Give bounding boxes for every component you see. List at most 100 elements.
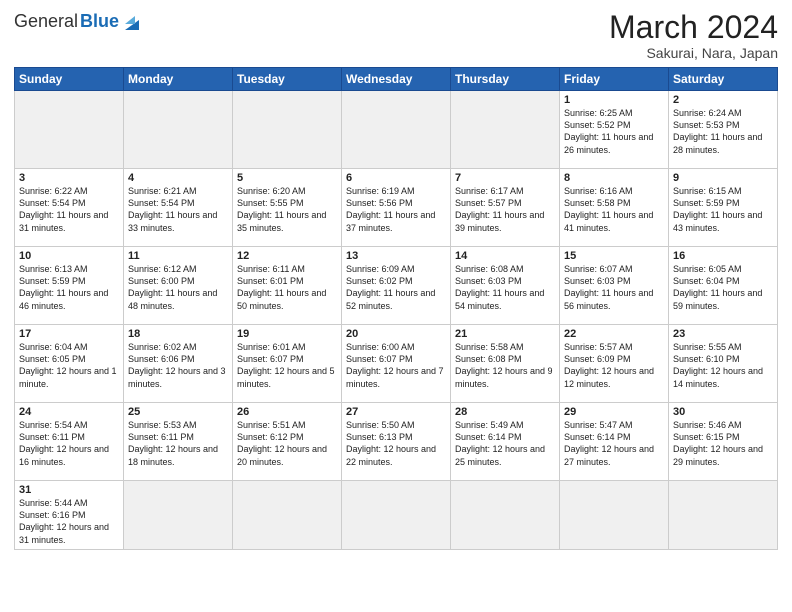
day-cell: [669, 481, 778, 550]
day-info: Sunrise: 6:25 AM Sunset: 5:52 PM Dayligh…: [564, 107, 664, 156]
day-cell: 13Sunrise: 6:09 AM Sunset: 6:02 PM Dayli…: [342, 247, 451, 325]
day-number: 9: [673, 172, 773, 184]
day-number: 24: [19, 406, 119, 418]
day-info: Sunrise: 6:01 AM Sunset: 6:07 PM Dayligh…: [237, 341, 337, 390]
day-number: 2: [673, 94, 773, 106]
day-cell: [342, 481, 451, 550]
logo-text-blue: Blue: [80, 11, 119, 32]
day-cell: [451, 481, 560, 550]
day-number: 25: [128, 406, 228, 418]
day-number: 22: [564, 328, 664, 340]
title-area: March 2024 Sakurai, Nara, Japan: [609, 10, 778, 61]
day-cell: 10Sunrise: 6:13 AM Sunset: 5:59 PM Dayli…: [15, 247, 124, 325]
calendar: SundayMondayTuesdayWednesdayThursdayFrid…: [14, 67, 778, 550]
day-cell: 5Sunrise: 6:20 AM Sunset: 5:55 PM Daylig…: [233, 169, 342, 247]
day-info: Sunrise: 6:11 AM Sunset: 6:01 PM Dayligh…: [237, 263, 337, 312]
day-info: Sunrise: 5:51 AM Sunset: 6:12 PM Dayligh…: [237, 419, 337, 468]
month-title: March 2024: [609, 10, 778, 45]
day-number: 4: [128, 172, 228, 184]
day-cell: 22Sunrise: 5:57 AM Sunset: 6:09 PM Dayli…: [560, 325, 669, 403]
day-number: 21: [455, 328, 555, 340]
day-number: 11: [128, 250, 228, 262]
subtitle: Sakurai, Nara, Japan: [609, 45, 778, 61]
day-cell: 9Sunrise: 6:15 AM Sunset: 5:59 PM Daylig…: [669, 169, 778, 247]
day-cell: [233, 91, 342, 169]
day-info: Sunrise: 6:16 AM Sunset: 5:58 PM Dayligh…: [564, 185, 664, 234]
day-cell: 24Sunrise: 5:54 AM Sunset: 6:11 PM Dayli…: [15, 403, 124, 481]
day-number: 30: [673, 406, 773, 418]
logo-text-general: General: [14, 11, 78, 32]
day-info: Sunrise: 5:49 AM Sunset: 6:14 PM Dayligh…: [455, 419, 555, 468]
logo: General Blue: [14, 10, 143, 32]
day-number: 28: [455, 406, 555, 418]
day-info: Sunrise: 5:47 AM Sunset: 6:14 PM Dayligh…: [564, 419, 664, 468]
day-number: 26: [237, 406, 337, 418]
week-row-4: 24Sunrise: 5:54 AM Sunset: 6:11 PM Dayli…: [15, 403, 778, 481]
day-cell: 26Sunrise: 5:51 AM Sunset: 6:12 PM Dayli…: [233, 403, 342, 481]
day-cell: 1Sunrise: 6:25 AM Sunset: 5:52 PM Daylig…: [560, 91, 669, 169]
day-number: 1: [564, 94, 664, 106]
day-info: Sunrise: 6:20 AM Sunset: 5:55 PM Dayligh…: [237, 185, 337, 234]
day-cell: 27Sunrise: 5:50 AM Sunset: 6:13 PM Dayli…: [342, 403, 451, 481]
day-info: Sunrise: 6:02 AM Sunset: 6:06 PM Dayligh…: [128, 341, 228, 390]
page: General Blue March 2024 Sakurai, Nara, J…: [0, 0, 792, 560]
day-info: Sunrise: 5:57 AM Sunset: 6:09 PM Dayligh…: [564, 341, 664, 390]
day-number: 7: [455, 172, 555, 184]
day-cell: 8Sunrise: 6:16 AM Sunset: 5:58 PM Daylig…: [560, 169, 669, 247]
day-info: Sunrise: 6:08 AM Sunset: 6:03 PM Dayligh…: [455, 263, 555, 312]
day-cell: [15, 91, 124, 169]
day-number: 5: [237, 172, 337, 184]
day-info: Sunrise: 5:53 AM Sunset: 6:11 PM Dayligh…: [128, 419, 228, 468]
day-cell: 2Sunrise: 6:24 AM Sunset: 5:53 PM Daylig…: [669, 91, 778, 169]
weekday-header-thursday: Thursday: [451, 68, 560, 91]
weekday-header-sunday: Sunday: [15, 68, 124, 91]
day-number: 18: [128, 328, 228, 340]
day-cell: [560, 481, 669, 550]
day-cell: 30Sunrise: 5:46 AM Sunset: 6:15 PM Dayli…: [669, 403, 778, 481]
weekday-header-monday: Monday: [124, 68, 233, 91]
day-cell: 23Sunrise: 5:55 AM Sunset: 6:10 PM Dayli…: [669, 325, 778, 403]
day-cell: 12Sunrise: 6:11 AM Sunset: 6:01 PM Dayli…: [233, 247, 342, 325]
logo-area: General Blue: [14, 10, 143, 32]
day-cell: 19Sunrise: 6:01 AM Sunset: 6:07 PM Dayli…: [233, 325, 342, 403]
day-cell: [124, 91, 233, 169]
day-cell: 14Sunrise: 6:08 AM Sunset: 6:03 PM Dayli…: [451, 247, 560, 325]
week-row-5: 31Sunrise: 5:44 AM Sunset: 6:16 PM Dayli…: [15, 481, 778, 550]
day-cell: [342, 91, 451, 169]
day-info: Sunrise: 5:58 AM Sunset: 6:08 PM Dayligh…: [455, 341, 555, 390]
day-info: Sunrise: 5:54 AM Sunset: 6:11 PM Dayligh…: [19, 419, 119, 468]
day-info: Sunrise: 6:07 AM Sunset: 6:03 PM Dayligh…: [564, 263, 664, 312]
day-info: Sunrise: 6:00 AM Sunset: 6:07 PM Dayligh…: [346, 341, 446, 390]
day-number: 3: [19, 172, 119, 184]
day-cell: 21Sunrise: 5:58 AM Sunset: 6:08 PM Dayli…: [451, 325, 560, 403]
week-row-1: 3Sunrise: 6:22 AM Sunset: 5:54 PM Daylig…: [15, 169, 778, 247]
day-info: Sunrise: 6:21 AM Sunset: 5:54 PM Dayligh…: [128, 185, 228, 234]
day-number: 12: [237, 250, 337, 262]
day-info: Sunrise: 6:22 AM Sunset: 5:54 PM Dayligh…: [19, 185, 119, 234]
day-info: Sunrise: 6:24 AM Sunset: 5:53 PM Dayligh…: [673, 107, 773, 156]
day-number: 23: [673, 328, 773, 340]
day-number: 19: [237, 328, 337, 340]
day-cell: [451, 91, 560, 169]
day-info: Sunrise: 6:15 AM Sunset: 5:59 PM Dayligh…: [673, 185, 773, 234]
day-info: Sunrise: 6:04 AM Sunset: 6:05 PM Dayligh…: [19, 341, 119, 390]
day-number: 29: [564, 406, 664, 418]
day-info: Sunrise: 5:44 AM Sunset: 6:16 PM Dayligh…: [19, 497, 119, 546]
day-cell: [233, 481, 342, 550]
day-info: Sunrise: 5:50 AM Sunset: 6:13 PM Dayligh…: [346, 419, 446, 468]
day-cell: 16Sunrise: 6:05 AM Sunset: 6:04 PM Dayli…: [669, 247, 778, 325]
day-cell: 28Sunrise: 5:49 AM Sunset: 6:14 PM Dayli…: [451, 403, 560, 481]
day-number: 16: [673, 250, 773, 262]
day-cell: 3Sunrise: 6:22 AM Sunset: 5:54 PM Daylig…: [15, 169, 124, 247]
weekday-header-saturday: Saturday: [669, 68, 778, 91]
day-number: 15: [564, 250, 664, 262]
week-row-2: 10Sunrise: 6:13 AM Sunset: 5:59 PM Dayli…: [15, 247, 778, 325]
day-number: 17: [19, 328, 119, 340]
day-number: 31: [19, 484, 119, 496]
weekday-header-row: SundayMondayTuesdayWednesdayThursdayFrid…: [15, 68, 778, 91]
day-cell: 15Sunrise: 6:07 AM Sunset: 6:03 PM Dayli…: [560, 247, 669, 325]
logo-icon: [121, 10, 143, 32]
day-cell: 29Sunrise: 5:47 AM Sunset: 6:14 PM Dayli…: [560, 403, 669, 481]
day-info: Sunrise: 5:46 AM Sunset: 6:15 PM Dayligh…: [673, 419, 773, 468]
day-info: Sunrise: 6:17 AM Sunset: 5:57 PM Dayligh…: [455, 185, 555, 234]
